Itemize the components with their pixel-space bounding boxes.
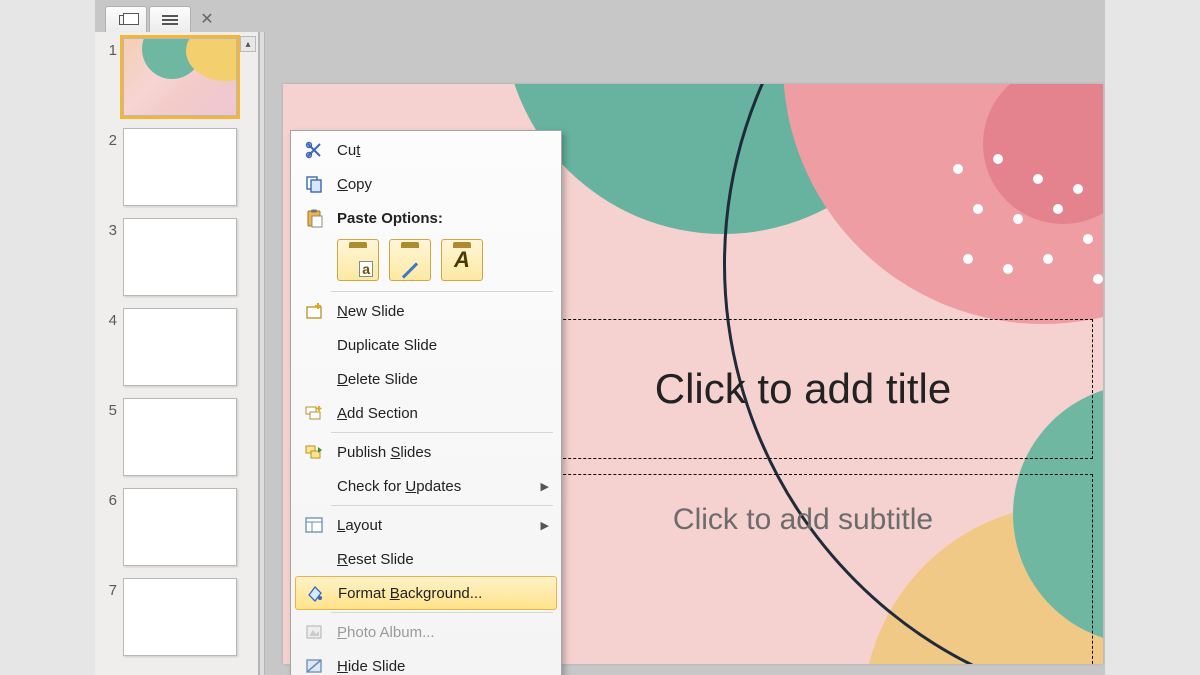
thumbnail-preview xyxy=(123,128,237,206)
thumbnail-number: 5 xyxy=(95,398,123,419)
menu-label: Photo Album... xyxy=(337,624,559,641)
menu-new-slide[interactable]: New Slide xyxy=(293,294,559,328)
thumbnail-number: 7 xyxy=(95,578,123,599)
title-placeholder-text: Click to add title xyxy=(655,365,951,413)
menu-label: Check for Updates xyxy=(337,478,541,495)
decor-dots xyxy=(943,154,1103,314)
thumbnail-slide-7[interactable]: 7 xyxy=(95,572,258,662)
work-area: ▴ 1 2 3 4 5 6 xyxy=(95,32,1105,675)
menu-label: New Slide xyxy=(337,303,559,320)
menu-label: Delete Slide xyxy=(337,371,559,388)
subtitle-placeholder[interactable]: Click to add subtitle xyxy=(513,474,1093,664)
menu-photo-album: Photo Album... xyxy=(293,615,559,649)
thumbnail-slide-4[interactable]: 4 xyxy=(95,302,258,392)
menu-paste-options-header: Paste Options: xyxy=(293,201,559,235)
title-placeholder[interactable]: Click to add title xyxy=(513,319,1093,459)
menu-label: Cut xyxy=(337,142,559,159)
menu-label: Layout xyxy=(337,517,541,534)
tab-slides[interactable] xyxy=(149,6,191,32)
thumbnail-preview xyxy=(123,488,237,566)
blank-icon xyxy=(299,332,329,358)
pane-tabs: ✕ xyxy=(95,0,221,32)
format-background-icon xyxy=(300,580,330,606)
menu-separator xyxy=(331,291,553,292)
paste-keep-source-formatting[interactable] xyxy=(389,239,431,281)
thumbnail-number: 4 xyxy=(95,308,123,329)
menu-layout[interactable]: Layout ▶ xyxy=(293,508,559,542)
menu-cut[interactable]: Cut xyxy=(293,133,559,167)
scrollbar-up-icon[interactable]: ▴ xyxy=(240,36,256,52)
thumbnail-preview xyxy=(123,578,237,656)
paste-options-row: A xyxy=(293,235,559,289)
menu-reset-slide[interactable]: Reset Slide xyxy=(293,542,559,576)
menu-label: Hide Slide xyxy=(337,658,559,675)
menu-format-background[interactable]: Format Background... xyxy=(295,576,557,610)
thumbnail-number: 6 xyxy=(95,488,123,509)
menu-label: Reset Slide xyxy=(337,551,559,568)
paste-text-only[interactable]: A xyxy=(441,239,483,281)
thumbnail-number: 3 xyxy=(95,218,123,239)
layout-icon xyxy=(299,512,329,538)
subtitle-placeholder-text: Click to add subtitle xyxy=(673,503,933,537)
thumbnail-preview xyxy=(123,398,237,476)
submenu-arrow-icon: ▶ xyxy=(541,519,549,532)
thumbnail-preview xyxy=(123,38,237,116)
thumbnail-number: 1 xyxy=(95,38,123,59)
menu-label: Paste Options: xyxy=(337,210,559,227)
menu-label: Publish Slides xyxy=(337,444,559,461)
context-menu: Cut Copy Paste Options: A New Slide xyxy=(290,130,562,675)
pane-splitter[interactable] xyxy=(259,32,265,675)
menu-duplicate-slide[interactable]: Duplicate Slide xyxy=(293,328,559,362)
app-window: ✕ ▴ 1 2 3 4 5 xyxy=(95,0,1105,675)
menu-hide-slide[interactable]: Hide Slide xyxy=(293,649,559,675)
menu-label: Add Section xyxy=(337,405,559,422)
menu-label: Duplicate Slide xyxy=(337,337,559,354)
menu-publish-slides[interactable]: Publish Slides xyxy=(293,435,559,469)
paste-use-destination-theme[interactable] xyxy=(337,239,379,281)
thumbnail-slide-5[interactable]: 5 xyxy=(95,392,258,482)
paste-icon xyxy=(299,205,329,231)
scissors-icon xyxy=(299,137,329,163)
menu-label: Format Background... xyxy=(338,585,556,602)
blank-icon xyxy=(299,473,329,499)
menu-add-section[interactable]: Add Section xyxy=(293,396,559,430)
menu-delete-slide[interactable]: Delete Slide xyxy=(293,362,559,396)
thumbnail-preview xyxy=(123,308,237,386)
hide-slide-icon xyxy=(299,653,329,675)
menu-check-updates[interactable]: Check for Updates ▶ xyxy=(293,469,559,503)
menu-copy[interactable]: Copy xyxy=(293,167,559,201)
add-section-icon xyxy=(299,400,329,426)
thumbnail-slide-2[interactable]: 2 xyxy=(95,122,258,212)
thumbnail-preview xyxy=(123,218,237,296)
thumbnail-slide-1[interactable]: 1 xyxy=(95,32,258,122)
publish-icon xyxy=(299,439,329,465)
menu-label: Copy xyxy=(337,176,559,193)
slide-thumbnails-panel[interactable]: ▴ 1 2 3 4 5 6 xyxy=(95,32,259,675)
thumbnail-slide-3[interactable]: 3 xyxy=(95,212,258,302)
tab-outline[interactable] xyxy=(105,6,147,32)
submenu-arrow-icon: ▶ xyxy=(541,480,549,493)
photo-album-icon xyxy=(299,619,329,645)
blank-icon xyxy=(299,546,329,572)
new-slide-icon xyxy=(299,298,329,324)
tab-close[interactable]: ✕ xyxy=(193,6,221,32)
blank-icon xyxy=(299,366,329,392)
menu-separator xyxy=(331,432,553,433)
thumbnail-slide-6[interactable]: 6 xyxy=(95,482,258,572)
copy-icon xyxy=(299,171,329,197)
close-icon: ✕ xyxy=(200,9,213,29)
menu-separator xyxy=(331,505,553,506)
thumbnail-number: 2 xyxy=(95,128,123,149)
menu-separator xyxy=(331,612,553,613)
